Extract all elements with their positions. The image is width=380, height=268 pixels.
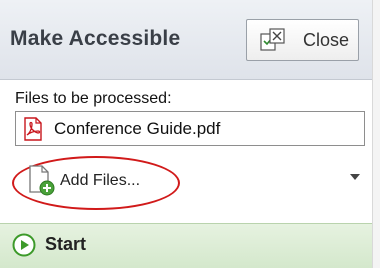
- chevron-down-icon[interactable]: [350, 174, 360, 180]
- panel-header: Make Accessible Close: [0, 0, 372, 80]
- close-button-label: Close: [303, 30, 350, 50]
- add-document-icon: [29, 165, 55, 196]
- start-button[interactable]: Start: [0, 223, 372, 268]
- files-to-process-label: Files to be processed:: [15, 90, 172, 107]
- add-files-label: Add Files...: [60, 172, 141, 189]
- start-button-label: Start: [45, 234, 87, 254]
- add-files-button[interactable]: Add Files...: [26, 164, 166, 198]
- file-list[interactable]: Conference Guide.pdf: [15, 111, 365, 146]
- close-panel-icon: [260, 28, 285, 51]
- panel-edge: [372, 0, 380, 268]
- file-list-item[interactable]: Conference Guide.pdf: [54, 119, 220, 139]
- pdf-file-icon: [24, 117, 42, 141]
- make-accessible-panel: Make Accessible Close Files to be proces…: [0, 0, 372, 268]
- close-button[interactable]: Close: [246, 19, 359, 61]
- panel-title: Make Accessible: [10, 27, 181, 50]
- play-icon: [12, 233, 36, 257]
